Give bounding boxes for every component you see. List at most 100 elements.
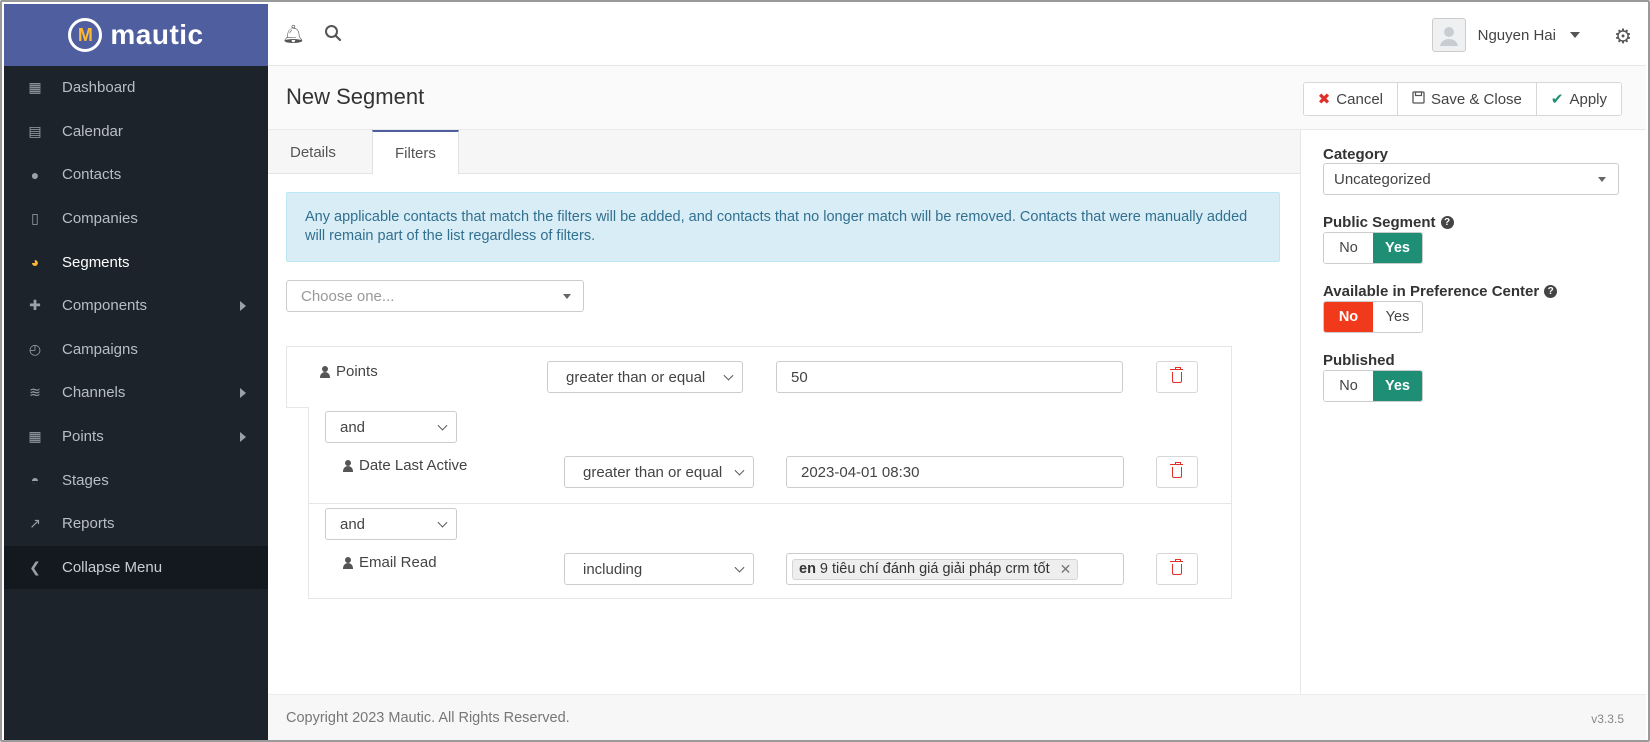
glue-select[interactable]: and: [325, 411, 457, 443]
chevron-down-icon: [734, 465, 745, 476]
published-toggle: No Yes: [1323, 370, 1423, 402]
clock-icon: ◴: [28, 340, 42, 357]
apply-button[interactable]: ✔ Apply: [1536, 83, 1621, 115]
sidebar-item-label: Reports: [62, 515, 115, 533]
filter-value: 50: [791, 368, 808, 386]
filter-value-input[interactable]: 50: [776, 361, 1123, 393]
delete-filter-button[interactable]: [1156, 456, 1198, 488]
sidebar-item-points[interactable]: ▦ Points: [4, 415, 268, 459]
pref-no-option[interactable]: No: [1324, 302, 1373, 332]
action-buttons: ✖ Cancel Save & Close ✔ Apply: [1302, 82, 1622, 116]
calculator-icon: ▦: [28, 428, 42, 445]
remove-tag-icon[interactable]: ✕: [1060, 561, 1072, 578]
glue-select[interactable]: and: [325, 508, 457, 540]
sidebar-item-label: Points: [62, 428, 104, 446]
calendar-icon: ▤: [28, 122, 42, 139]
filter-row-points: Points greater than or equal 50: [286, 346, 1232, 408]
filter-value: 2023-04-01 08:30: [801, 463, 920, 481]
operator-select[interactable]: greater than or equal: [547, 361, 743, 393]
pref-yes-option[interactable]: Yes: [1373, 302, 1422, 332]
sidebar-item-calendar[interactable]: ▤ Calendar: [4, 110, 268, 154]
sidebar-item-components[interactable]: ✚ Components: [4, 284, 268, 328]
caret-down-icon: [1598, 177, 1606, 182]
dashboard-icon: ▦: [28, 79, 42, 96]
mautic-logo-icon: M: [68, 18, 103, 52]
question-icon[interactable]: ?: [1544, 285, 1558, 298]
user-icon: [320, 365, 330, 378]
filter-field-name: Date Last Active: [359, 457, 468, 474]
logo-text: mautic: [110, 19, 204, 50]
email-tag-input[interactable]: en 9 tiêu chí đánh giá giải pháp crm tốt…: [786, 553, 1124, 585]
sidebar-item-label: Collapse Menu: [62, 558, 163, 576]
search-icon[interactable]: [324, 24, 346, 46]
caret-down-icon: [563, 294, 571, 299]
caret-down-icon: [1570, 32, 1580, 38]
sidebar-item-stages[interactable]: ◓ Stages: [4, 458, 268, 502]
filter-chooser-select[interactable]: Choose one...: [286, 280, 584, 312]
glue-value: and: [340, 418, 366, 436]
label-text: Category: [1323, 146, 1389, 163]
save-icon: [1412, 90, 1425, 108]
sidebar-item-reports[interactable]: ↗ Reports: [4, 502, 268, 546]
cancel-button[interactable]: ✖ Cancel: [1303, 83, 1398, 115]
operator-select[interactable]: greater than or equal: [564, 456, 754, 488]
category-label: Category: [1323, 146, 1388, 163]
published-yes-option[interactable]: Yes: [1373, 371, 1422, 401]
sidebar: M mautic ▦ Dashboard ▤ Calendar ● Contacts …: [4, 4, 268, 740]
line-chart-icon: ↗: [29, 515, 41, 532]
tag-language: en: [799, 561, 816, 577]
tab-filters[interactable]: Filters: [372, 130, 459, 175]
question-icon[interactable]: ?: [1440, 216, 1454, 229]
chevron-down-icon: [437, 517, 448, 528]
divider: [309, 503, 1231, 504]
tachometer-icon: ◓: [30, 472, 40, 489]
public-yes-option[interactable]: Yes: [1373, 233, 1422, 263]
trash-icon: [1170, 558, 1183, 575]
pie-chart-icon: ◕: [30, 254, 40, 271]
preference-center-label: Available in Preference Center?: [1323, 283, 1558, 300]
sidebar-item-label: Contacts: [62, 166, 122, 184]
save-close-button[interactable]: Save & Close: [1398, 83, 1537, 115]
collapse-menu-button[interactable]: ❮ Collapse Menu: [4, 545, 268, 590]
page-header: New Segment ✖ Cancel Save & Close ✔ Apply: [268, 66, 1646, 130]
user-icon: ●: [30, 166, 40, 183]
filter-value-input[interactable]: 2023-04-01 08:30: [786, 456, 1124, 488]
operator-select[interactable]: including: [564, 553, 754, 585]
sidebar-item-segments[interactable]: ◕ Segments: [4, 240, 268, 284]
save-close-label: Save & Close: [1431, 90, 1522, 108]
delete-filter-button[interactable]: [1156, 553, 1198, 585]
category-select[interactable]: Uncategorized: [1323, 163, 1619, 195]
puzzle-icon: ✚: [29, 297, 41, 314]
user-menu[interactable]: Nguyen Hai: [1431, 18, 1580, 52]
app-window: M mautic ▦ Dashboard ▤ Calendar ● Contacts …: [0, 0, 1650, 742]
gear-icon[interactable]: ⚙: [1614, 24, 1632, 49]
user-name: Nguyen Hai: [1477, 26, 1556, 44]
building-icon: ▯: [31, 210, 39, 227]
tab-bar: Details Filters: [268, 130, 1300, 175]
published-no-option[interactable]: No: [1324, 371, 1373, 401]
chevron-left-icon: ❮: [29, 558, 41, 575]
sidebar-item-label: Segments: [62, 253, 130, 271]
trash-icon: [1170, 366, 1183, 383]
filter-field-label: Points: [320, 363, 378, 380]
sidebar-item-label: Components: [62, 297, 148, 315]
filter-chooser-placeholder: Choose one...: [301, 287, 395, 305]
tab-details[interactable]: Details: [268, 130, 358, 174]
sidebar-item-dashboard[interactable]: ▦ Dashboard: [4, 66, 268, 110]
category-value: Uncategorized: [1334, 170, 1431, 188]
sidebar-item-channels[interactable]: ≋ Channels: [4, 371, 268, 415]
delete-filter-button[interactable]: [1156, 361, 1198, 393]
sidebar-item-companies[interactable]: ▯ Companies: [4, 197, 268, 241]
chevron-down-icon: [723, 370, 734, 381]
page-title: New Segment: [286, 84, 425, 109]
sidebar-item-campaigns[interactable]: ◴ Campaigns: [4, 328, 268, 372]
main-content: Details Filters Any applicable contacts …: [268, 130, 1300, 694]
chevron-down-icon: [437, 420, 448, 431]
sidebar-item-contacts[interactable]: ● Contacts: [4, 153, 268, 197]
public-no-option[interactable]: No: [1324, 233, 1373, 263]
public-segment-toggle: No Yes: [1323, 232, 1423, 264]
bell-icon[interactable]: 🔔︎: [282, 24, 305, 46]
info-alert: Any applicable contacts that match the f…: [286, 192, 1280, 262]
logo[interactable]: M mautic: [4, 4, 268, 66]
sidebar-nav: ▦ Dashboard ▤ Calendar ● Contacts ▯ Companie…: [4, 66, 268, 590]
